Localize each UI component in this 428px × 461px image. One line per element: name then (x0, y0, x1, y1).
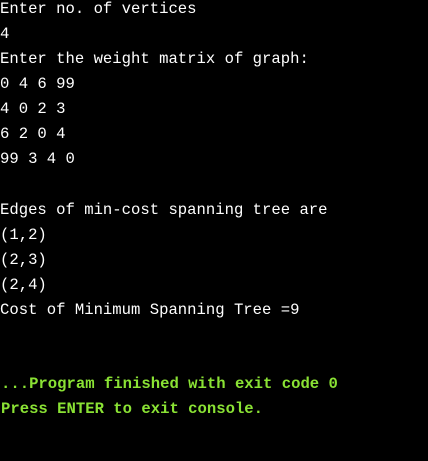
matrix-row: 0 4 6 99 (0, 75, 75, 93)
matrix-row: 4 0 2 3 (0, 100, 66, 118)
matrix-prompt: Enter the weight matrix of graph: (0, 50, 309, 68)
edge-item: (2,4) (0, 276, 47, 294)
edges-header: Edges of min-cost spanning tree are (0, 201, 328, 219)
matrix-row: 99 3 4 0 (0, 150, 75, 168)
edge-item: (1,2) (0, 226, 47, 244)
matrix-row: 6 2 0 4 (0, 125, 66, 143)
exit-console-prompt: Press ENTER to exit console. (1, 400, 264, 418)
cost-line: Cost of Minimum Spanning Tree =9 (0, 301, 300, 319)
vertices-prompt: Enter no. of vertices (0, 0, 197, 18)
program-finished-message: ...Program finished with exit code 0 (1, 375, 338, 393)
vertices-input: 4 (0, 25, 10, 43)
console-output[interactable]: Enter no. of vertices 4 Enter the weight… (0, 0, 428, 461)
edge-item: (2,3) (0, 251, 47, 269)
